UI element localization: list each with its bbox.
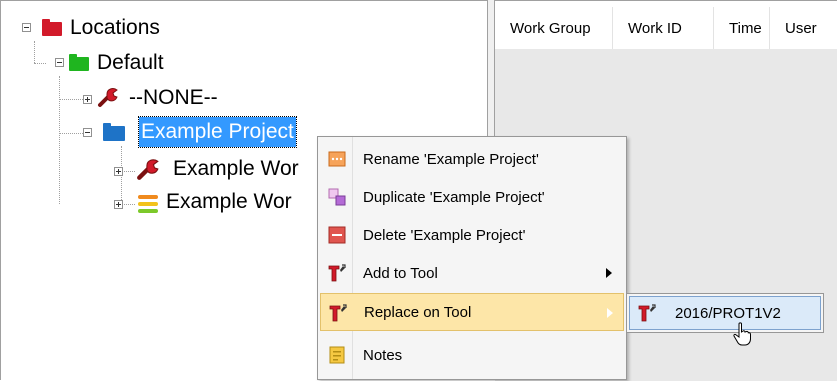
collapse-toggle[interactable] <box>22 23 31 32</box>
notes-icon <box>329 346 345 364</box>
expand-toggle[interactable] <box>83 95 92 104</box>
menu-item-notes[interactable]: Notes <box>320 336 624 374</box>
tree-line <box>59 133 83 134</box>
menu-item-label: Replace on Tool <box>364 303 472 321</box>
column-header-work-id[interactable]: Work ID <box>613 7 714 49</box>
wrench-icon <box>137 159 159 180</box>
tree-node-example-work-1[interactable]: Example Wor <box>173 155 299 183</box>
tree-line <box>121 204 135 205</box>
tree-node-example-work-2[interactable]: Example Wor <box>166 188 292 216</box>
wrench-icon <box>98 88 118 107</box>
menu-item-label: Delete 'Example Project' <box>363 226 526 244</box>
column-header-work-group[interactable]: Work Group <box>495 7 613 49</box>
submenu-item-tool[interactable]: 2016/PROT1V2 <box>629 296 821 330</box>
menu-item-replace-on-tool[interactable]: Replace on Tool <box>320 293 624 331</box>
tree-line <box>59 76 60 204</box>
menu-item-duplicate[interactable]: Duplicate 'Example Project' <box>320 178 624 216</box>
menu-item-label: Notes <box>363 346 403 364</box>
delete-icon <box>328 226 346 244</box>
collapse-toggle[interactable] <box>83 128 92 137</box>
tree-line <box>59 99 83 100</box>
tool-icon <box>329 304 347 322</box>
menu-item-label: Rename 'Example Project' <box>363 150 539 168</box>
tree-line <box>121 171 135 172</box>
tree-line <box>34 63 46 64</box>
column-header-time[interactable]: Time <box>714 7 770 49</box>
folder-icon <box>69 54 89 71</box>
tree-line <box>34 41 35 63</box>
hand-cursor-icon <box>733 322 751 346</box>
expand-toggle[interactable] <box>114 167 123 176</box>
expand-toggle[interactable] <box>114 200 123 209</box>
context-menu: Rename 'Example Project' Duplicate 'Exam… <box>317 136 627 380</box>
folder-icon <box>103 123 125 141</box>
folder-icon <box>42 19 62 36</box>
menu-item-label: Duplicate 'Example Project' <box>363 188 545 206</box>
stack-icon <box>138 195 158 213</box>
tree-node-default[interactable]: Default <box>97 49 164 77</box>
tree-node-example-project[interactable]: Example Project <box>138 116 297 148</box>
collapse-toggle[interactable] <box>55 58 64 67</box>
submenu-arrow-icon <box>606 268 612 278</box>
tree-node-locations[interactable]: Locations <box>70 14 160 42</box>
tree-node-none[interactable]: --NONE-- <box>129 84 218 112</box>
tool-icon <box>328 264 346 282</box>
rename-icon <box>328 151 346 167</box>
submenu-arrow-icon <box>607 308 613 318</box>
menu-item-add-to-tool[interactable]: Add to Tool <box>320 254 624 292</box>
column-header-user[interactable]: User <box>770 7 837 49</box>
menu-item-rename[interactable]: Rename 'Example Project' <box>320 140 624 178</box>
tool-icon <box>638 304 656 322</box>
duplicate-icon <box>328 188 346 206</box>
menu-item-label: Add to Tool <box>363 264 438 282</box>
menu-item-delete[interactable]: Delete 'Example Project' <box>320 216 624 254</box>
tool-submenu: 2016/PROT1V2 <box>626 293 824 333</box>
submenu-item-label: 2016/PROT1V2 <box>675 305 781 322</box>
